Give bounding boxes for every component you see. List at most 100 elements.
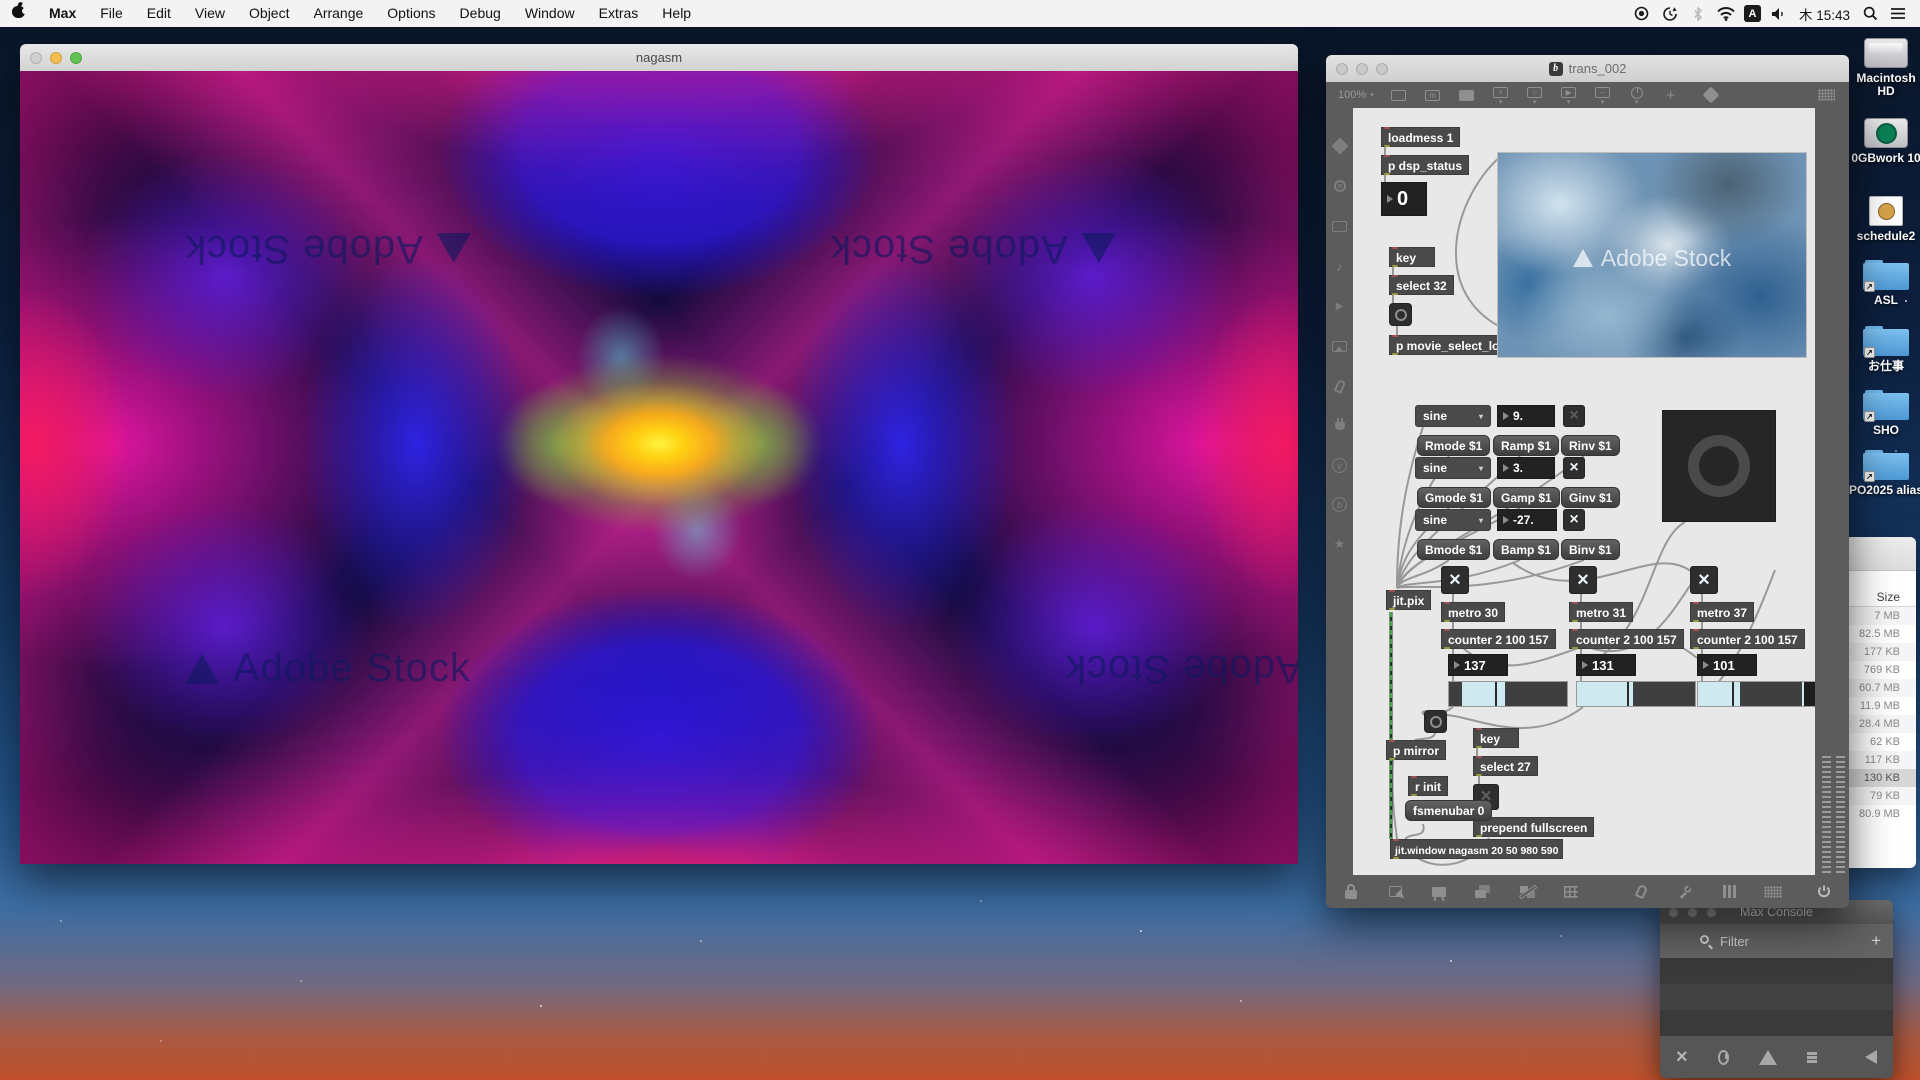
- mirror-subpatch[interactable]: p mirror: [1386, 740, 1446, 760]
- ginv-message[interactable]: Ginv $1: [1561, 487, 1620, 508]
- add-more-icon[interactable]: +: [1654, 88, 1688, 103]
- counter-object-3[interactable]: counter 2 100 157: [1690, 629, 1805, 649]
- rinv-message[interactable]: Rinv $1: [1561, 435, 1620, 456]
- presentation-icon[interactable]: [1430, 883, 1448, 901]
- sequence-icon[interactable]: ▶: [1332, 298, 1348, 314]
- image-icon[interactable]: [1332, 338, 1348, 354]
- metro-toggle-2[interactable]: ×: [1569, 566, 1597, 594]
- counter-value-2[interactable]: 131: [1576, 654, 1636, 676]
- gamp-message[interactable]: Gamp $1: [1493, 487, 1560, 508]
- notification-center-icon[interactable]: [1888, 5, 1908, 23]
- binv-message[interactable]: Binv $1: [1561, 539, 1620, 560]
- menu-file[interactable]: File: [88, 0, 135, 27]
- new-comment-icon[interactable]: [1450, 88, 1484, 103]
- filter-input[interactable]: [1720, 934, 1830, 949]
- range-slider-1[interactable]: [1448, 681, 1568, 707]
- package-icon[interactable]: [1332, 138, 1348, 154]
- select27-object[interactable]: select 27: [1473, 756, 1538, 776]
- range-slider-2[interactable]: [1576, 681, 1696, 707]
- zoom-select-icon[interactable]: [1386, 883, 1404, 901]
- prepend-object[interactable]: prepend fullscreen: [1473, 817, 1594, 837]
- gmode-message[interactable]: Gmode $1: [1417, 487, 1491, 508]
- new-dial-icon[interactable]: ▾: [1620, 85, 1654, 105]
- dial-display[interactable]: [1662, 410, 1776, 522]
- scroll-bottom-icon[interactable]: [1807, 1052, 1817, 1063]
- app-menu-max[interactable]: Max: [37, 0, 88, 27]
- jit-window-object[interactable]: jit.window nagasm 20 50 980 590: [1390, 839, 1563, 859]
- warnings-icon[interactable]: [1759, 1050, 1777, 1065]
- counter-value-3[interactable]: 101: [1697, 654, 1757, 676]
- float-box-r[interactable]: 9.: [1497, 405, 1555, 427]
- time-machine-icon[interactable]: [1660, 5, 1680, 23]
- metro-toggle-1[interactable]: ×: [1441, 566, 1469, 594]
- toggle-b[interactable]: ×: [1563, 509, 1585, 531]
- key-object-2[interactable]: key: [1473, 728, 1519, 748]
- beap-icon[interactable]: b: [1332, 497, 1347, 512]
- volume-icon[interactable]: [1769, 5, 1789, 23]
- ramp-message[interactable]: Ramp $1: [1493, 435, 1559, 456]
- menu-view[interactable]: View: [183, 0, 237, 27]
- select32-object[interactable]: select 32: [1389, 275, 1454, 295]
- waveform-menu-g[interactable]: sine▾: [1415, 457, 1491, 479]
- back-arrow-icon[interactable]: [1865, 1050, 1877, 1064]
- lock-icon[interactable]: [1342, 883, 1360, 901]
- timestamps-icon[interactable]: [1718, 1050, 1729, 1065]
- menu-bar-clock[interactable]: 木 15:43: [1797, 4, 1852, 24]
- new-button-icon[interactable]: ○▾: [1518, 85, 1552, 105]
- clear-console-icon[interactable]: ×: [1676, 1046, 1688, 1069]
- plug-icon[interactable]: [1332, 418, 1348, 434]
- jit-pwindow-preview[interactable]: Adobe Stock: [1497, 152, 1807, 358]
- bamp-message[interactable]: Bamp $1: [1493, 539, 1559, 560]
- menu-extras[interactable]: Extras: [587, 0, 651, 27]
- scrollbar[interactable]: [1822, 756, 1831, 874]
- browser-icon[interactable]: [1332, 218, 1348, 234]
- mixer-icon[interactable]: [1720, 883, 1738, 901]
- rmode-message[interactable]: Rmode $1: [1417, 435, 1490, 456]
- new-number-icon[interactable]: –▾: [1586, 85, 1620, 105]
- screen-record-icon[interactable]: [1632, 5, 1652, 23]
- grid-icon[interactable]: [1562, 883, 1580, 901]
- new-toggle-icon[interactable]: ×▾: [1484, 85, 1518, 105]
- spotlight-search-icon[interactable]: [1860, 5, 1880, 23]
- key-object[interactable]: key: [1389, 247, 1435, 267]
- bluetooth-icon[interactable]: [1688, 5, 1708, 23]
- dsp-number-box[interactable]: 0: [1381, 182, 1427, 216]
- metro-toggle-3[interactable]: ×: [1690, 566, 1718, 594]
- metro-object-1[interactable]: metro 30: [1441, 602, 1505, 622]
- waveform-menu-b[interactable]: sine▾: [1415, 509, 1491, 531]
- loadmess-object[interactable]: loadmess 1: [1381, 127, 1460, 147]
- receive-init-object[interactable]: r init: [1408, 776, 1448, 796]
- dsp-status-subpatch[interactable]: p dsp_status: [1381, 155, 1469, 175]
- favorites-star-icon[interactable]: ★: [1332, 536, 1348, 552]
- paperclip-icon[interactable]: [1332, 378, 1348, 394]
- new-message-icon[interactable]: m: [1416, 88, 1450, 103]
- bang-button[interactable]: [1424, 710, 1447, 733]
- float-box-g[interactable]: 3.: [1497, 457, 1555, 479]
- apple-menu[interactable]: [0, 0, 37, 27]
- float-box-b[interactable]: -27.: [1497, 509, 1557, 531]
- patcher-canvas[interactable]: loadmess 1 p dsp_status 0 key select 32 …: [1353, 108, 1815, 875]
- audio-note-icon[interactable]: ♪: [1332, 258, 1348, 274]
- menu-edit[interactable]: Edit: [135, 0, 183, 27]
- keyboard-grid-icon[interactable]: [1764, 883, 1782, 901]
- power-icon[interactable]: [1815, 883, 1833, 901]
- menu-help[interactable]: Help: [650, 0, 703, 27]
- bang-button[interactable]: [1389, 303, 1412, 326]
- wrench-icon[interactable]: [1676, 883, 1694, 901]
- menu-arrange[interactable]: Arrange: [301, 0, 375, 27]
- counter-value-1[interactable]: 137: [1448, 654, 1508, 676]
- menu-debug[interactable]: Debug: [448, 0, 513, 27]
- zoom-level-dropdown[interactable]: 100%▾: [1326, 89, 1382, 101]
- vizzie-icon[interactable]: v: [1332, 458, 1347, 473]
- counter-object-1[interactable]: counter 2 100 157: [1441, 629, 1556, 649]
- menu-window[interactable]: Window: [513, 0, 587, 27]
- fsmenubar-message[interactable]: fsmenubar 0: [1405, 800, 1492, 821]
- metro-object-3[interactable]: metro 37: [1690, 602, 1754, 622]
- input-source-icon[interactable]: A: [1744, 5, 1761, 22]
- layers-icon[interactable]: [1474, 883, 1492, 901]
- menu-object[interactable]: Object: [237, 0, 301, 27]
- metro-object-2[interactable]: metro 31: [1569, 602, 1633, 622]
- scrollbar[interactable]: [1836, 756, 1845, 874]
- target-icon[interactable]: [1332, 178, 1348, 194]
- clip-add-icon[interactable]: [1632, 883, 1650, 901]
